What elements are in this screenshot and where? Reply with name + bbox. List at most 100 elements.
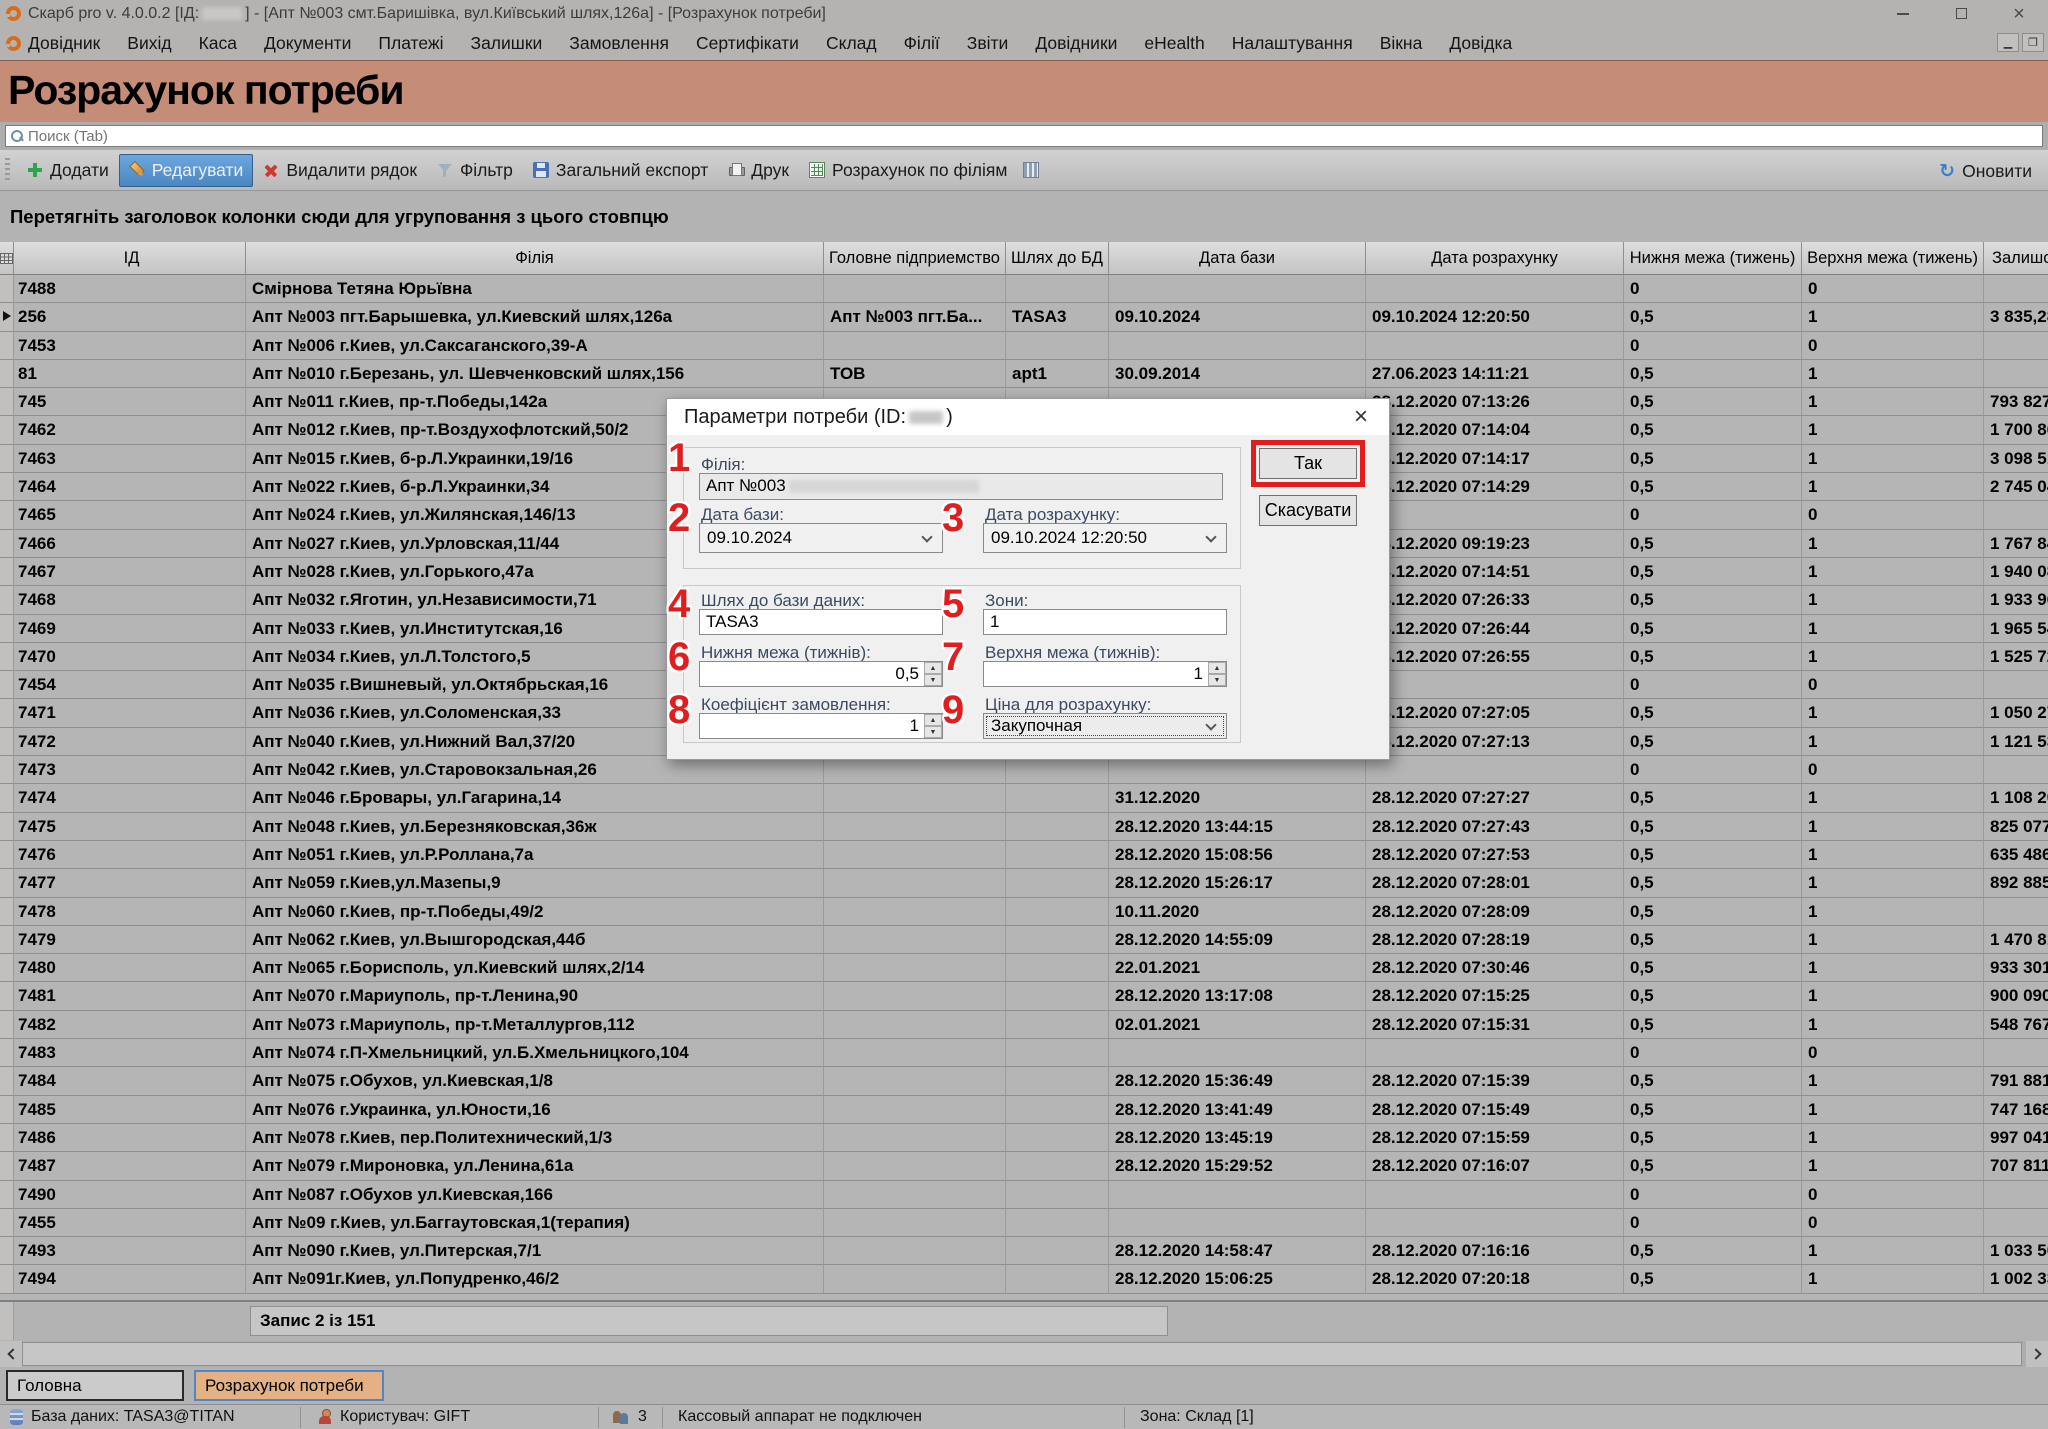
cell-col7: 1: [1802, 1152, 1984, 1180]
table-row[interactable]: 7478Апт №060 г.Киев, пр-т.Победы,49/210.…: [0, 898, 2048, 926]
table-row[interactable]: 7473Апт №042 г.Киев, ул.Старовокзальная,…: [0, 756, 2048, 784]
group-by-panel[interactable]: Перетягніть заголовок колонки сюди для у…: [0, 191, 2048, 242]
calc-by-branch-button[interactable]: Розрахунок по філіям: [799, 154, 1017, 187]
table-row[interactable]: 7474Апт №046 г.Бровары, ул.Гагарина,1431…: [0, 784, 2048, 812]
edit-button[interactable]: Редагувати: [119, 154, 254, 187]
filter-button[interactable]: Фільтр: [427, 154, 523, 187]
delete-row-button[interactable]: Видалити рядок: [253, 154, 427, 187]
menu-item-11[interactable]: Довідники: [1035, 33, 1117, 54]
menu-item-10[interactable]: Звіти: [967, 33, 1009, 54]
cancel-button[interactable]: Скасувати: [1259, 495, 1357, 526]
restore-button[interactable]: [1932, 0, 1990, 27]
cell-col3: [1006, 332, 1109, 360]
table-row[interactable]: 7493Апт №090 г.Киев, ул.Питерская,7/128.…: [0, 1237, 2048, 1265]
menu-item-14[interactable]: Вікна: [1380, 33, 1423, 54]
menu-item-7[interactable]: Сертифікати: [696, 33, 799, 54]
dialog-close-icon[interactable]: ×: [1347, 403, 1375, 431]
indicator-strip: [0, 1302, 14, 1340]
menu-item-3[interactable]: Документи: [264, 33, 351, 54]
spin-down-icon[interactable]: ▼: [1208, 674, 1226, 686]
menu-item-5[interactable]: Залишки: [471, 33, 543, 54]
table-row[interactable]: 7453Апт №006 г.Киев, ул.Саксаганского,39…: [0, 332, 2048, 360]
table-row[interactable]: 7477Апт №059 г.Киев,ул.Мазепы,928.12.202…: [0, 869, 2048, 897]
table-row[interactable]: 7482Апт №073 г.Мариуполь, пр-т.Металлург…: [0, 1011, 2048, 1039]
column-header-0[interactable]: ІД: [14, 242, 246, 275]
cell-col2: [824, 869, 1006, 897]
table-row[interactable]: 7475Апт №048 г.Киев, ул.Березняковская,3…: [0, 813, 2048, 841]
cell-col1: Апт №074 г.П-Хмельницкий, ул.Б.Хмельницк…: [246, 1039, 824, 1067]
menu-item-4[interactable]: Платежі: [378, 33, 443, 54]
menu-item-12[interactable]: eHealth: [1144, 33, 1204, 54]
toolbar-grip[interactable]: [5, 158, 10, 182]
menu-item-9[interactable]: Філії: [904, 33, 940, 54]
mdi-restore-button[interactable]: ❐: [2022, 33, 2044, 52]
low-limit-spinner[interactable]: 0,5 ▲▼: [699, 661, 943, 687]
table-row[interactable]: 7486Апт №078 г.Киев, пер.Политехнический…: [0, 1124, 2048, 1152]
refresh-button[interactable]: ↻Оновити: [1929, 155, 2042, 188]
spin-down-icon[interactable]: ▼: [924, 674, 942, 686]
column-header-3[interactable]: Шлях до БД: [1006, 242, 1109, 275]
scroll-right-button[interactable]: [2026, 1341, 2048, 1367]
search-input[interactable]: [28, 127, 2018, 145]
column-header-1[interactable]: Філія: [246, 242, 824, 275]
column-header-7[interactable]: Верхня межа (тижень): [1802, 242, 1984, 275]
spin-up-icon[interactable]: ▲: [924, 662, 942, 674]
status-bar: База даних: TASA3@TITAN Користувач: GIFT…: [0, 1404, 2048, 1429]
base-date-combobox[interactable]: 09.10.2024: [699, 523, 943, 553]
column-header-5[interactable]: Дата розрахунку: [1366, 242, 1624, 275]
export-button[interactable]: Загальний експорт: [523, 154, 718, 187]
spin-up-icon[interactable]: ▲: [1208, 662, 1226, 674]
tab-calculation[interactable]: Розрахунок потреби: [194, 1370, 384, 1401]
coef-spinner[interactable]: 1 ▲▼: [699, 713, 943, 739]
cell-col6: 0: [1624, 332, 1802, 360]
table-row[interactable]: 7494Апт №091г.Киев, ул.Попудренко,46/228…: [0, 1265, 2048, 1293]
column-header-2[interactable]: Головне підприемство: [824, 242, 1006, 275]
tab-home[interactable]: Головна: [6, 1370, 184, 1401]
table-row[interactable]: 7487Апт №079 г.Мироновка, ул.Ленина,61а2…: [0, 1152, 2048, 1180]
spin-up-icon[interactable]: ▲: [924, 714, 942, 726]
dialog-title-bar[interactable]: Параметри потреби (ID:): [667, 399, 1389, 435]
spin-down-icon[interactable]: ▼: [924, 726, 942, 738]
print-button[interactable]: Друк: [718, 154, 799, 187]
database-icon: [10, 1409, 23, 1425]
minimize-button[interactable]: [1874, 0, 1932, 27]
columns-icon[interactable]: [1023, 162, 1039, 178]
table-row[interactable]: 7455Апт №09 г.Киев, ул.Баггаутовская,1(т…: [0, 1209, 2048, 1237]
table-row[interactable]: 7484Апт №075 г.Обухов, ул.Киевская,1/828…: [0, 1067, 2048, 1095]
add-button[interactable]: Додати: [17, 154, 119, 187]
db-path-field[interactable]: TASA3: [699, 609, 943, 635]
table-row[interactable]: 256Апт №003 пгт.Барышевка, ул.Киевский ш…: [0, 303, 2048, 331]
scrollbar-thumb[interactable]: [22, 1342, 2022, 1366]
menu-item-1[interactable]: Вихід: [127, 33, 171, 54]
cell-col8: [1984, 756, 2048, 784]
menu-item-2[interactable]: Каса: [199, 33, 237, 54]
mdi-minimize-button[interactable]: ▁: [1997, 33, 2019, 52]
horizontal-scrollbar[interactable]: [0, 1341, 2048, 1367]
table-row[interactable]: 7479Апт №062 г.Киев, ул.Вышгородская,44б…: [0, 926, 2048, 954]
scroll-left-button[interactable]: [0, 1341, 22, 1367]
column-header-4[interactable]: Дата бази: [1109, 242, 1366, 275]
close-button[interactable]: ×: [1990, 0, 2048, 27]
cell-col4: 10.11.2020: [1109, 898, 1366, 926]
price-combobox[interactable]: Закупочная: [983, 713, 1227, 739]
table-row[interactable]: 7490Апт №087 г.Обухов ул.Киевская,16600: [0, 1181, 2048, 1209]
table-row[interactable]: 81Апт №010 г.Березань, ул. Шевченковский…: [0, 360, 2048, 388]
column-header-6[interactable]: Нижня межа (тижень): [1624, 242, 1802, 275]
zones-field[interactable]: 1: [983, 609, 1227, 635]
cell-col3: [1006, 1181, 1109, 1209]
table-row[interactable]: 7483Апт №074 г.П-Хмельницкий, ул.Б.Хмель…: [0, 1039, 2048, 1067]
menu-item-13[interactable]: Налаштування: [1232, 33, 1353, 54]
table-row[interactable]: 7476Апт №051 г.Киев, ул.Р.Роллана,7а28.1…: [0, 841, 2048, 869]
menu-item-8[interactable]: Склад: [826, 33, 877, 54]
high-limit-spinner[interactable]: 1 ▲▼: [983, 661, 1227, 687]
menu-item-0[interactable]: Довідник: [28, 33, 100, 54]
calc-date-combobox[interactable]: 09.10.2024 12:20:50: [983, 523, 1227, 553]
column-header-8[interactable]: Залишок (: [1984, 242, 2048, 275]
menu-item-6[interactable]: Замовлення: [569, 33, 669, 54]
table-row[interactable]: 7481Апт №070 г.Мариуполь, пр-т.Ленина,90…: [0, 982, 2048, 1010]
cell-col5: 28.12.2020 07:13:26: [1366, 388, 1624, 416]
table-row[interactable]: 7488Смірнова Тетяна Юрьївна00: [0, 275, 2048, 303]
table-row[interactable]: 7480Апт №065 г.Борисполь, ул.Киевский шл…: [0, 954, 2048, 982]
menu-item-15[interactable]: Довідка: [1449, 33, 1512, 54]
table-row[interactable]: 7485Апт №076 г.Украинка, ул.Юности,1628.…: [0, 1096, 2048, 1124]
